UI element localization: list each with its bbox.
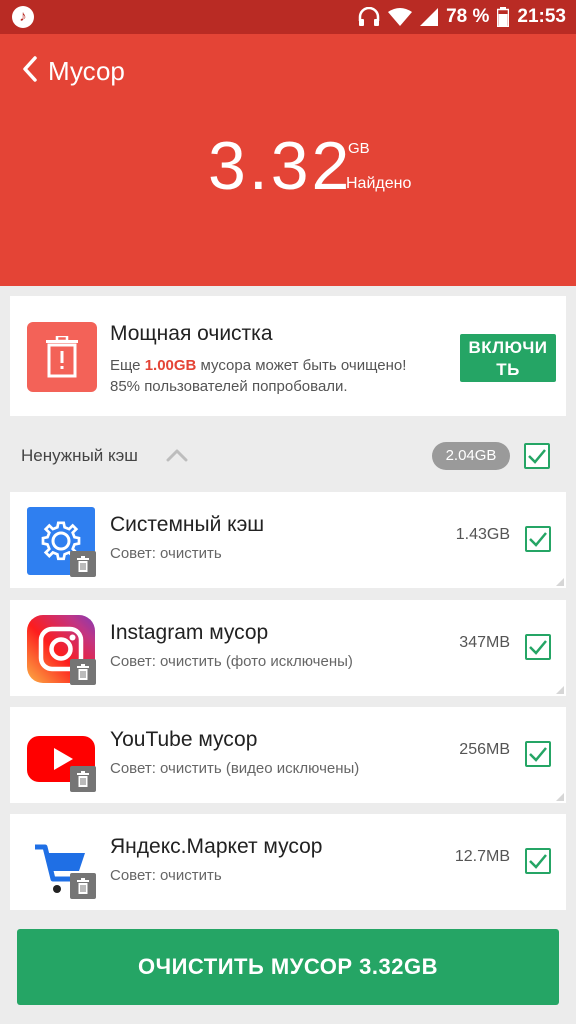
signal-icon bbox=[420, 8, 439, 26]
item-size: 347MB bbox=[459, 634, 510, 651]
trash-icon bbox=[70, 551, 96, 577]
junk-size-unit: GB bbox=[348, 140, 370, 157]
junk-header: Мусор 3.32 GB Найдено bbox=[0, 34, 576, 286]
item-name: Системный кэш bbox=[110, 513, 265, 536]
item-checkbox[interactable] bbox=[525, 848, 551, 874]
chevron-up-icon[interactable] bbox=[166, 448, 188, 467]
trash-alert-icon bbox=[27, 322, 97, 392]
item-hint: Совет: очистить (фото исключены) bbox=[110, 653, 353, 670]
power-clean-description: Еще 1.00GB мусора может быть очищено! bbox=[110, 357, 407, 374]
section-title: Ненужный кэш bbox=[21, 446, 138, 465]
power-clean-title: Мощная очистка bbox=[110, 322, 273, 345]
item-hint: Совет: очистить bbox=[110, 545, 222, 562]
item-name: Яндекс.Маркет мусор bbox=[110, 835, 323, 858]
extra-junk-size: 1.00GB bbox=[144, 357, 197, 374]
headphones-icon bbox=[358, 7, 380, 27]
enable-button[interactable]: ВКЛЮЧИ ТЬ bbox=[460, 334, 556, 382]
clock: 21:53 bbox=[517, 6, 566, 27]
junk-size-value: 3.32 bbox=[208, 128, 353, 204]
item-name: YouTube мусор bbox=[110, 728, 258, 751]
chevron-left-icon bbox=[22, 55, 38, 87]
section-size-badge: 2.04GB bbox=[432, 442, 510, 470]
item-checkbox[interactable] bbox=[525, 634, 551, 660]
item-checkbox[interactable] bbox=[525, 741, 551, 767]
item-size: 256MB bbox=[459, 741, 510, 758]
junk-cache-section-header[interactable]: Ненужный кэш 2.04GB bbox=[0, 430, 576, 482]
item-hint: Совет: очистить bbox=[110, 867, 222, 884]
corner-fold bbox=[556, 686, 564, 694]
item-size: 12.7MB bbox=[454, 848, 510, 865]
page-title: Мусор bbox=[48, 55, 125, 86]
status-icons: 78 % 21:53 bbox=[358, 0, 566, 34]
corner-fold bbox=[556, 578, 564, 586]
list-item[interactable]: Системный кэш Совет: очистить 1.43GB bbox=[10, 492, 566, 588]
list-item[interactable]: Instagram мусор Совет: очистить (фото ис… bbox=[10, 600, 566, 696]
item-size: 1.43GB bbox=[455, 526, 510, 543]
wifi-icon bbox=[388, 8, 413, 26]
status-bar: ♪ 78 % 21:53 bbox=[0, 0, 576, 34]
clean-junk-button[interactable]: ОЧИСТИТЬ МУСОР 3.32GB bbox=[17, 929, 559, 1005]
item-name: Instagram мусор bbox=[110, 621, 269, 644]
battery-percent: 78 % bbox=[446, 6, 490, 27]
found-label: Найдено bbox=[346, 175, 412, 192]
list-item[interactable]: YouTube мусор Совет: очистить (видео иск… bbox=[10, 707, 566, 803]
trash-icon bbox=[70, 766, 96, 792]
power-clean-card: Мощная очистка Еще 1.00GB мусора может б… bbox=[10, 296, 566, 416]
battery-icon bbox=[497, 7, 510, 27]
back-button[interactable]: Мусор bbox=[22, 54, 125, 88]
trash-icon bbox=[70, 873, 96, 899]
corner-fold bbox=[556, 793, 564, 801]
item-hint: Совет: очистить (видео исключены) bbox=[110, 760, 360, 777]
music-icon: ♪ bbox=[12, 6, 34, 28]
trash-icon bbox=[70, 659, 96, 685]
list-item[interactable]: Яндекс.Маркет мусор Совет: очистить 12.7… bbox=[10, 814, 566, 910]
power-clean-stat: 85% пользователей попробовали. bbox=[110, 378, 348, 395]
section-checkbox[interactable] bbox=[524, 443, 550, 469]
item-checkbox[interactable] bbox=[525, 526, 551, 552]
